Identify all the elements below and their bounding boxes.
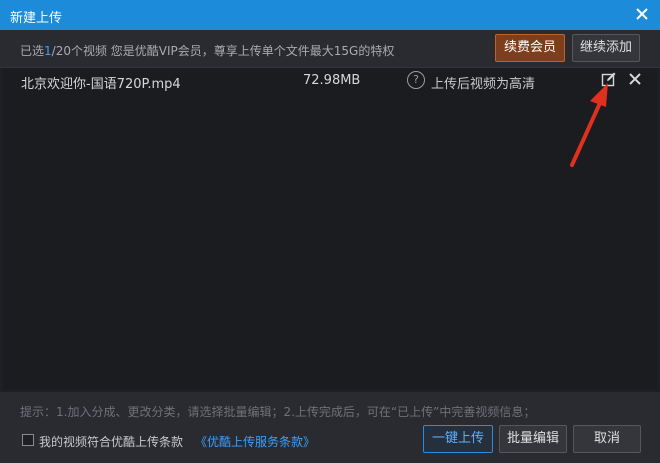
- file-name: 北京欢迎你-国语720P.mp4: [21, 77, 181, 92]
- file-size: 72.98MB: [303, 73, 361, 88]
- add-more-button[interactable]: 继续添加: [572, 34, 640, 62]
- cancel-button[interactable]: 取消: [573, 425, 641, 453]
- close-icon[interactable]: [632, 4, 652, 24]
- title-bar: 新建上传: [0, 0, 660, 30]
- red-arrow-annotation: [570, 83, 608, 167]
- selection-prefix: 已选: [20, 44, 45, 58]
- one-click-upload-button[interactable]: 一键上传: [423, 425, 493, 453]
- terms-label: 我的视频符合优酷上传条款: [39, 435, 184, 449]
- selection-suffix: /20个视频 您是优酷VIP会员，尊享上传单个文件最大15G的特权: [51, 44, 395, 58]
- help-icon[interactable]: ?: [407, 71, 425, 89]
- quality-hint: 上传后视频为高清: [431, 77, 536, 92]
- footer: 提示：1.加入分成、更改分类，请选择批量编辑；2.上传完成后，可在“已上传”中完…: [0, 392, 660, 463]
- terms-checkbox[interactable]: [22, 434, 34, 446]
- batch-edit-button[interactable]: 批量编辑: [499, 425, 567, 453]
- terms-link[interactable]: 《优酷上传服务条款》: [195, 433, 315, 450]
- window-title: 新建上传: [10, 11, 63, 26]
- selected-count: 1: [44, 44, 52, 58]
- delete-icon[interactable]: [627, 71, 643, 87]
- footer-tip: 提示：1.加入分成、更改分类，请选择批量编辑；2.上传完成后，可在“已上传”中完…: [20, 405, 536, 419]
- selection-info: 已选1/20个视频 您是优酷VIP会员，尊享上传单个文件最大15G的特权: [20, 42, 394, 59]
- renew-vip-button[interactable]: 续费会员: [495, 34, 565, 62]
- file-row: 北京欢迎你-国语720P.mp4 72.98MB ? 上传后视频为高清: [3, 68, 657, 92]
- vip-info-bar: 已选1/20个视频 您是优酷VIP会员，尊享上传单个文件最大15G的特权 续费会…: [0, 30, 660, 68]
- file-list: 北京欢迎你-国语720P.mp4 72.98MB ? 上传后视频为高清: [3, 68, 657, 390]
